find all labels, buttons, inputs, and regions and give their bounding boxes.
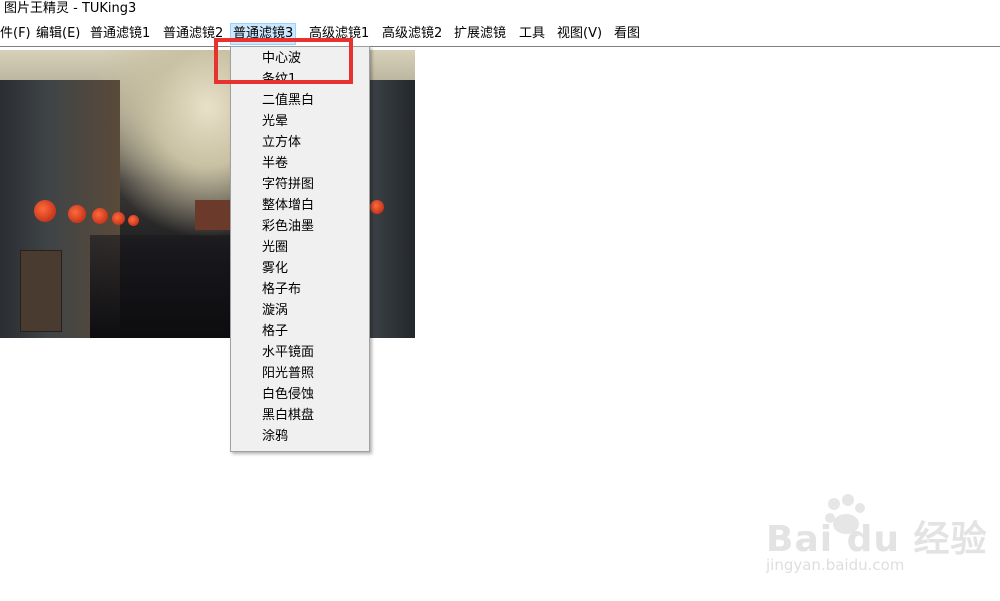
menu-image-viewer[interactable]: 看图 (612, 24, 642, 44)
menu-extended-filter[interactable]: 扩展滤镜 (452, 24, 508, 44)
menu-option-aperture[interactable]: 光圈 (262, 238, 288, 258)
menu-edit[interactable]: 编辑(E) (34, 24, 82, 44)
menu-option-half-roll[interactable]: 半卷 (262, 154, 288, 174)
menu-option-white-erosion[interactable]: 白色侵蚀 (262, 385, 314, 405)
menu-bar: 件(F) 编辑(E) 普通滤镜1 普通滤镜2 普通滤镜3 高级滤镜1 高级滤镜2… (0, 22, 1000, 47)
filter-dropdown-menu: 中心波 条纹1 二值黑白 光晕 立方体 半卷 字符拼图 整体增白 彩色油墨 光圈… (230, 46, 370, 452)
menu-tools[interactable]: 工具 (517, 24, 547, 44)
menu-file[interactable]: 件(F) (0, 24, 33, 44)
menu-option-plaid[interactable]: 格子布 (262, 280, 301, 300)
lantern (68, 205, 86, 223)
menu-option-grid[interactable]: 格子 (262, 322, 288, 342)
photo-shop-sign (20, 250, 62, 332)
lantern (112, 212, 125, 225)
menu-option-color-ink[interactable]: 彩色油墨 (262, 217, 314, 237)
lantern (92, 208, 108, 224)
menu-view[interactable]: 视图(V) (555, 24, 604, 44)
baidu-jingyan-watermark: Bai du 经验 jingyan.baidu.com (766, 490, 987, 580)
menu-advanced-filter-2[interactable]: 高级滤镜2 (380, 24, 444, 44)
menu-option-graffiti[interactable]: 涂鸦 (262, 427, 288, 447)
watermark-url: jingyan.baidu.com (766, 556, 905, 574)
menu-option-fog[interactable]: 雾化 (262, 259, 288, 279)
title-bar: 图片王精灵 - TUKing3 (0, 0, 1000, 22)
menu-option-horizontal-mirror[interactable]: 水平镜面 (262, 343, 314, 363)
menu-option-char-mosaic[interactable]: 字符拼图 (262, 175, 314, 195)
menu-normal-filter-1[interactable]: 普通滤镜1 (88, 24, 152, 44)
lantern (34, 200, 56, 222)
photo-gate (195, 200, 235, 230)
lantern (370, 200, 384, 214)
watermark-text: Bai du 经验 (766, 519, 988, 560)
menu-option-swirl[interactable]: 漩涡 (262, 301, 288, 321)
menu-option-binary-bw[interactable]: 二值黑白 (262, 91, 314, 111)
lantern (128, 215, 139, 226)
window-title: 图片王精灵 - TUKing3 (4, 1, 137, 16)
menu-option-sunshine[interactable]: 阳光普照 (262, 364, 314, 384)
menu-option-bw-chessboard[interactable]: 黑白棋盘 (262, 406, 314, 426)
menu-option-whiten[interactable]: 整体增白 (262, 196, 314, 216)
menu-option-halo[interactable]: 光晕 (262, 112, 288, 132)
menu-option-cube[interactable]: 立方体 (262, 133, 301, 153)
annotation-highlight-box (214, 38, 353, 84)
